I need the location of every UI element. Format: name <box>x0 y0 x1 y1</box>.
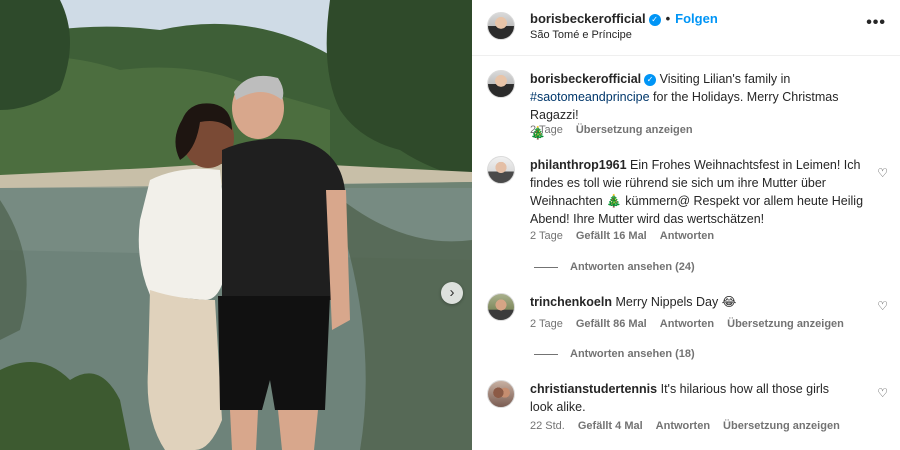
post-detail-panel: borisbeckerofficial ✓ • Folgen São Tomé e P… <box>472 0 900 450</box>
comment-username[interactable]: trinchenkoeln <box>530 295 612 309</box>
like-heart-icon[interactable]: ♡ <box>877 299 888 313</box>
avatar[interactable] <box>487 12 515 40</box>
comment-text: Merry Nippels Day 😂 <box>615 295 737 309</box>
avatar[interactable] <box>487 156 515 184</box>
avatar[interactable] <box>487 380 515 408</box>
view-replies-button[interactable]: Antworten ansehen (18) <box>534 348 695 360</box>
header-username[interactable]: borisbeckerofficial <box>530 11 646 26</box>
caption-time: 2 Tage <box>530 124 563 136</box>
reply-button[interactable]: Antworten <box>656 420 710 432</box>
caption-username[interactable]: borisbeckerofficial <box>530 72 641 86</box>
comment-likes[interactable]: Gefällt 86 Mal <box>576 318 647 330</box>
photo-scene <box>0 0 472 450</box>
like-heart-icon[interactable]: ♡ <box>877 166 888 180</box>
verified-badge-icon: ✓ <box>648 13 661 26</box>
comment-likes[interactable]: Gefällt 16 Mal <box>576 230 647 242</box>
comment-likes[interactable]: Gefällt 4 Mal <box>578 420 643 432</box>
avatar[interactable] <box>487 293 515 321</box>
caption-text-before: Visiting Lilian's family in <box>659 72 791 86</box>
more-options-icon[interactable]: ••• <box>866 14 886 32</box>
view-replies-button[interactable]: Antworten ansehen (24) <box>534 261 695 273</box>
comment-time: 2 Tage <box>530 318 563 330</box>
follow-button[interactable]: Folgen <box>675 11 718 26</box>
reply-button[interactable]: Antworten <box>660 230 714 242</box>
comment-time: 2 Tage <box>530 230 563 242</box>
comment-username[interactable]: christianstudertennis <box>530 382 657 396</box>
post-header: borisbeckerofficial ✓ • Folgen São Tomé e P… <box>472 0 900 56</box>
next-photo-button[interactable]: › <box>441 282 463 304</box>
translate-button[interactable]: Übersetzung anzeigen <box>727 318 844 330</box>
location-link[interactable]: São Tomé e Príncipe <box>530 29 632 41</box>
avatar[interactable] <box>487 70 515 98</box>
hashtag-link[interactable]: #saotomeandprincipe <box>530 90 650 104</box>
like-heart-icon[interactable]: ♡ <box>877 386 888 400</box>
verified-badge-icon: ✓ <box>644 73 657 86</box>
post-photo[interactable]: › <box>0 0 472 450</box>
translate-button[interactable]: Übersetzung anzeigen <box>723 420 840 432</box>
comment-username[interactable]: philanthrop1961 <box>530 158 627 172</box>
translate-button[interactable]: Übersetzung anzeigen <box>576 124 693 136</box>
comment-time: 22 Std. <box>530 420 565 432</box>
reply-button[interactable]: Antworten <box>660 318 714 330</box>
dot-separator: • <box>665 11 671 26</box>
chevron-right-icon: › <box>449 284 455 301</box>
